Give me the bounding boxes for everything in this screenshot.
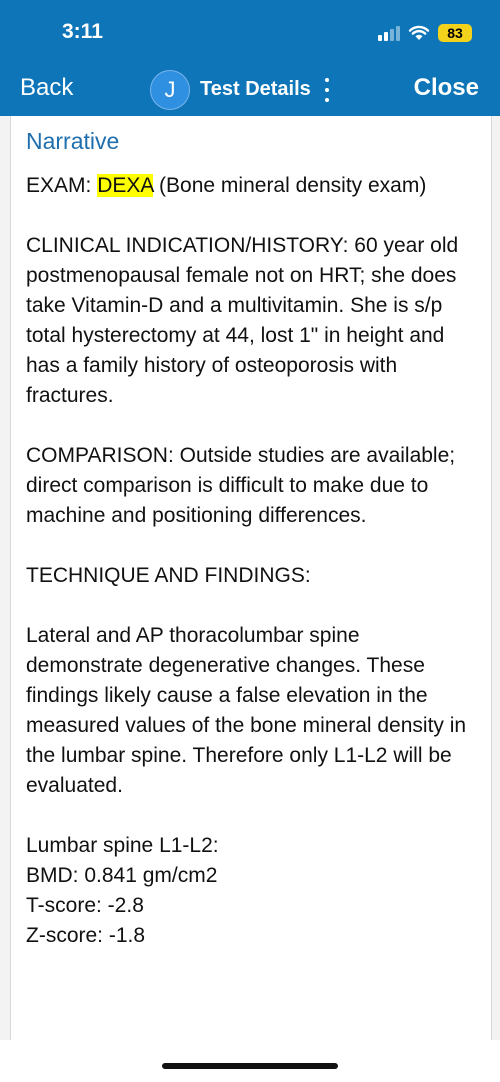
- exam-prefix: EXAM:: [26, 174, 98, 197]
- report-text: EXAM: DEXA (Bone mineral density exam) C…: [26, 171, 481, 951]
- z-score: Z-score: -1.8: [26, 924, 146, 947]
- page-title: Test Details: [200, 78, 311, 100]
- status-time: 3:11: [62, 20, 103, 43]
- t-score: T-score: -2.8: [26, 894, 144, 917]
- battery-icon: 83: [438, 24, 472, 42]
- lumbar-title: Lumbar spine L1-L2:: [26, 834, 219, 857]
- wifi-icon: [408, 25, 430, 40]
- technique-heading: TECHNIQUE AND FINDINGS:: [26, 564, 311, 587]
- lumbar-results: Lumbar spine L1-L2: BMD: 0.841 gm/cm2 T-…: [26, 831, 481, 951]
- search-highlight: DEXA: [97, 174, 154, 197]
- clinical-history: CLINICAL INDICATION/HISTORY: 60 year old…: [26, 234, 459, 407]
- bmd-value: BMD: 0.841 gm/cm2: [26, 864, 218, 887]
- exam-line: EXAM: DEXA (Bone mineral density exam): [26, 171, 481, 201]
- exam-description: (Bone mineral density exam): [153, 174, 427, 197]
- avatar[interactable]: J: [150, 70, 190, 110]
- comparison: COMPARISON: Outside studies are availabl…: [26, 444, 456, 527]
- status-icons: 83: [378, 22, 472, 44]
- close-button[interactable]: Close: [414, 74, 479, 102]
- section-heading: Narrative: [26, 128, 120, 154]
- home-indicator[interactable]: [162, 1063, 338, 1069]
- back-button[interactable]: Back: [20, 74, 73, 102]
- findings: Lateral and AP thoracolumbar spine demon…: [26, 624, 467, 797]
- signal-icon: [378, 25, 400, 41]
- top-bar: 3:11 83 Back J Test Details Close: [0, 0, 500, 116]
- bottom-area: [0, 1040, 500, 1082]
- more-options-icon[interactable]: [322, 78, 332, 102]
- navigation-bar: Back J Test Details Close: [0, 64, 500, 114]
- report-card: Narrative EXAM: DEXA (Bone mineral densi…: [10, 116, 492, 1040]
